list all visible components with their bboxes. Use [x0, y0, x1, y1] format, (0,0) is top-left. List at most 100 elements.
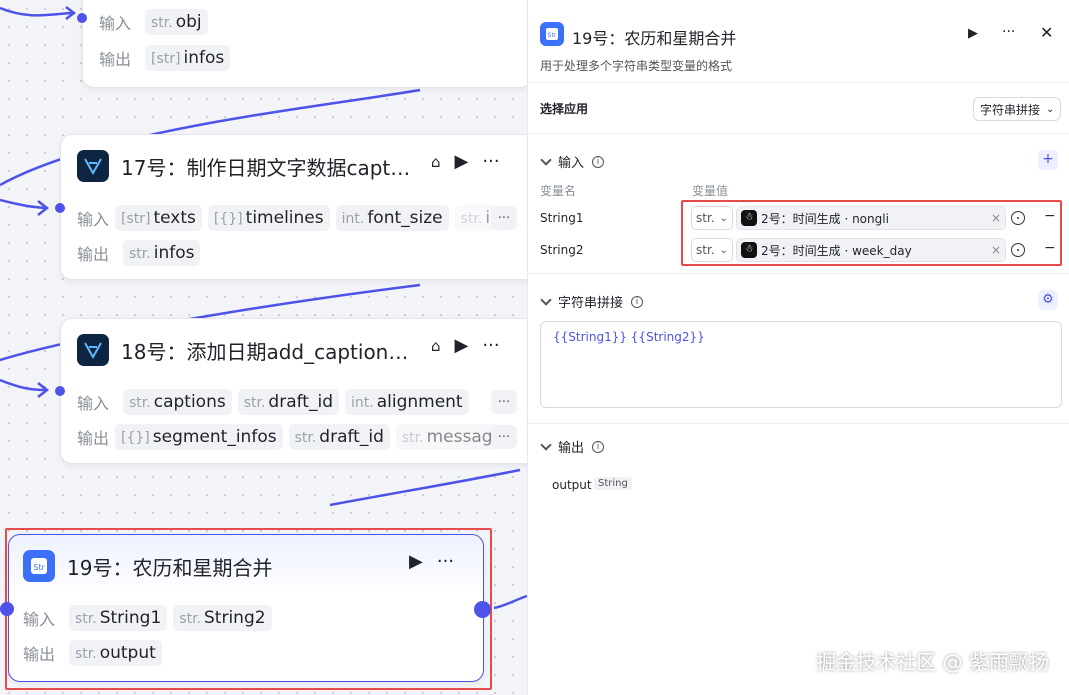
svg-text:Str: Str — [548, 32, 557, 39]
param-tag: str. obj — [145, 9, 208, 35]
chevron-down-icon — [540, 293, 552, 306]
output-label: 输出 — [23, 645, 56, 664]
reference-text: 2号：时间生成 · week_day — [761, 243, 912, 258]
run-icon[interactable]: ▶ — [455, 151, 469, 172]
input-port[interactable] — [55, 203, 65, 213]
panel-node-icon: Str — [540, 22, 564, 46]
output-port[interactable] — [474, 601, 491, 618]
input-port[interactable] — [77, 13, 87, 23]
type-select[interactable]: str. ⌄ — [691, 206, 733, 230]
template-text: {{String1}} {{String2}} — [553, 330, 705, 344]
store-icon[interactable]: ⌂ — [431, 337, 441, 355]
node-top-output-row: 输出 [str] infos — [99, 45, 231, 71]
divider — [528, 133, 1069, 134]
info-icon[interactable]: i — [631, 295, 644, 308]
node-actions: ⌂ ▶ ··· — [431, 151, 500, 172]
param-tag: [str] infos — [145, 45, 231, 71]
close-icon[interactable]: ✕ — [1040, 23, 1053, 42]
input-port[interactable] — [0, 602, 14, 616]
more-icon[interactable]: ··· — [437, 551, 454, 572]
remove-variable-button[interactable]: − — [1044, 240, 1056, 256]
remove-variable-button[interactable]: − — [1044, 208, 1056, 224]
node-ref-icon: ☃ — [741, 210, 757, 226]
column-header-name: 变量名 — [540, 184, 577, 198]
output-type-badge: String — [594, 477, 632, 490]
node-19[interactable]: Str 19号：农历和星期合并 ▶ ··· 输入 str. String1 str… — [8, 534, 484, 682]
node-17[interactable]: 17号：制作日期文字数据capt… ⌂ ▶ ··· 输入 [str] texts … — [60, 134, 540, 280]
input-label: 输入 — [99, 14, 132, 33]
panel-title[interactable]: 19号：农历和星期合并 — [572, 25, 736, 49]
type-select[interactable]: str. ⌄ — [691, 238, 733, 262]
string-plugin-icon: Str — [23, 550, 55, 582]
reference-picker-icon[interactable] — [1011, 243, 1025, 257]
node-17-output-row: 输出 str. infos — [77, 240, 201, 266]
column-header-value: 变量值 — [692, 184, 729, 198]
concat-section-header[interactable]: 字符串拼接 i — [540, 292, 644, 311]
app-select[interactable]: 字符串拼接 ⌄ — [973, 97, 1062, 121]
reference-text: 2号：时间生成 · nongli — [761, 211, 889, 226]
variable-reference[interactable]: ☃ 2号：时间生成 · nongli × — [736, 206, 1006, 230]
clear-icon[interactable]: × — [991, 211, 1001, 225]
section-title: 字符串拼接 — [558, 296, 624, 311]
info-icon[interactable]: i — [592, 155, 605, 168]
node-top[interactable]: 输入 str. obj 输出 [str] infos — [82, 0, 532, 88]
node-actions: ▶ ··· — [409, 551, 454, 572]
variable-name[interactable]: String1 — [540, 211, 583, 225]
add-variable-button[interactable]: + — [1038, 150, 1058, 170]
param-tag: int. alignment — [345, 389, 469, 415]
divider — [528, 423, 1069, 424]
node-18-input-row: 输入 str. captions str. draft_id int. alignme… — [77, 389, 497, 415]
app-select-label: 选择应用 — [540, 102, 589, 116]
chevron-down-icon: ⌄ — [719, 212, 728, 224]
reference-picker-icon[interactable] — [1011, 211, 1025, 225]
input-label: 输入 — [77, 210, 110, 229]
node-title: 17号：制作日期文字数据capt… — [121, 155, 411, 180]
node-header: Str 19号：农历和星期合并 — [23, 549, 272, 583]
clear-icon[interactable]: × — [991, 243, 1001, 257]
param-tag: str. output — [69, 640, 162, 666]
run-icon[interactable]: ▶ — [968, 26, 978, 41]
node-actions: ⌂ ▶ ··· — [431, 335, 500, 356]
param-tag: [{}] timelines — [207, 205, 330, 231]
run-icon[interactable]: ▶ — [409, 551, 423, 572]
node-18-output-row: 输出 [{}] segment_infos str. draft_id str. me… — [77, 424, 497, 450]
node-18[interactable]: 18号：添加日期add_caption… ⌂ ▶ ··· 输入 str. capt… — [60, 318, 540, 464]
app-select-value: 字符串拼接 — [980, 102, 1041, 117]
more-icon[interactable]: ··· — [482, 335, 499, 356]
variable-reference[interactable]: ☃ 2号：时间生成 · week_day × — [736, 238, 1006, 262]
variable-name[interactable]: String2 — [540, 243, 583, 257]
divider — [528, 273, 1069, 274]
input-label: 输入 — [23, 610, 56, 629]
divider — [528, 82, 1069, 83]
param-tag: int. font_size — [335, 205, 449, 231]
section-title: 输出 — [558, 441, 585, 456]
param-tag: str. messag — [395, 424, 497, 450]
output-section-header[interactable]: 输出 i — [540, 437, 605, 456]
settings-icon[interactable]: ⚙ — [1038, 290, 1058, 310]
more-params-button[interactable]: ··· — [491, 425, 517, 449]
svg-text:Str: Str — [33, 563, 45, 572]
watermark: 掘金技术社区 @ 紫雨飘扬 — [816, 650, 1049, 674]
output-label: 输出 — [77, 429, 110, 448]
run-icon[interactable]: ▶ — [455, 335, 469, 356]
template-editor[interactable]: {{String1}} {{String2}} — [540, 321, 1062, 408]
output-name: output — [552, 478, 592, 492]
more-icon[interactable]: ··· — [1002, 24, 1015, 40]
input-section-header[interactable]: 输入 i — [540, 152, 605, 171]
param-tag: [{}] segment_infos — [115, 424, 283, 450]
output-label: 输出 — [77, 245, 110, 264]
info-icon[interactable]: i — [592, 440, 605, 453]
input-label: 输入 — [77, 394, 110, 413]
param-tag: str. captions — [123, 389, 232, 415]
store-icon[interactable]: ⌂ — [431, 153, 441, 171]
plugin-icon — [77, 150, 109, 182]
more-params-button[interactable]: ··· — [491, 390, 517, 414]
section-title: 输入 — [558, 156, 585, 171]
more-icon[interactable]: ··· — [482, 151, 499, 172]
more-params-button[interactable]: ··· — [491, 206, 517, 230]
param-tag: [str] texts — [115, 205, 202, 231]
node-header: 18号：添加日期add_caption… — [77, 333, 426, 367]
param-tag: str. String2 — [173, 605, 272, 631]
input-port[interactable] — [55, 386, 65, 396]
node-top-input-row: 输入 str. obj — [99, 9, 208, 35]
